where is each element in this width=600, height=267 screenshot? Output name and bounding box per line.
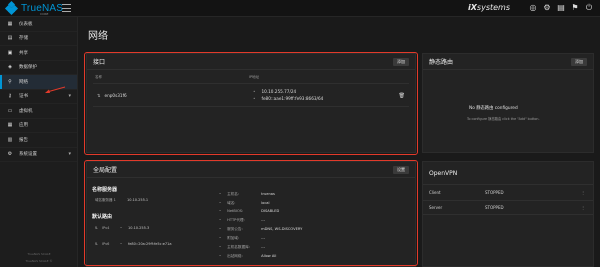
static-routes-empty-hint: To configure 静态路由 click the "Add" button… bbox=[467, 117, 540, 121]
sidebar-item-label: 证书 bbox=[19, 94, 28, 100]
brand-ix: iX bbox=[468, 3, 477, 12]
static-routes-card: 静态路由 添加 No 静态路由 configured To configure … bbox=[422, 53, 594, 153]
ixsystems-brand: iXsystems bbox=[468, 3, 510, 12]
truenas-logo[interactable]: TrueNAS bbox=[4, 0, 63, 16]
header-actions: ◎ ⚙ ▤ ⚑ ⏻ bbox=[528, 3, 594, 13]
sidebar-item-label: 虚拟机 bbox=[19, 108, 33, 114]
sidebar-item-system-settings[interactable]: ⚙ 系统设置 ▾ bbox=[0, 148, 77, 162]
openvpn-card-title: OpenVPN bbox=[429, 169, 458, 177]
gear-icon: ⚙ bbox=[7, 151, 13, 158]
chevron-down-icon: ▾ bbox=[68, 151, 71, 158]
sidebar-item-label: 存储 bbox=[19, 36, 28, 42]
storage-icon: ▤ bbox=[7, 35, 13, 42]
truecommand-icon[interactable]: ◎ bbox=[528, 3, 538, 13]
truenas-logo-icon bbox=[4, 0, 19, 16]
sidebar-item-label: 数据保护 bbox=[19, 65, 37, 71]
dashboard-icon: ▦ bbox=[7, 20, 13, 27]
openvpn-server-status: STOPPED bbox=[485, 205, 504, 210]
sidebar-footer-copyright: TrueNAS SCALE © bbox=[25, 259, 53, 263]
alert-icon[interactable]: ⚑ bbox=[570, 3, 580, 13]
top-bar: TrueNAS CORE iXsystems ◎ ⚙ ▤ ⚑ ⏻ bbox=[0, 0, 600, 17]
more-options-icon[interactable]: ⋮ bbox=[581, 190, 585, 195]
sidebar-item-shares[interactable]: ▣ 共享 bbox=[0, 46, 77, 61]
sidebar-item-label: 系统设置 bbox=[19, 152, 37, 158]
more-options-icon[interactable]: ⋮ bbox=[581, 205, 585, 210]
logo-subtitle: CORE bbox=[40, 12, 49, 16]
sidebar-item-apps[interactable]: ▦ 应用 bbox=[0, 119, 77, 133]
sidebar-item-reporting[interactable]: ▥ 报告 bbox=[0, 133, 77, 148]
sidebar-item-label: 共享 bbox=[19, 50, 28, 56]
shares-icon: ▣ bbox=[7, 49, 13, 56]
sidebar-item-virtual-machines[interactable]: ▭ 虚拟机 bbox=[0, 104, 77, 119]
annotation-arrow bbox=[45, 86, 66, 93]
openvpn-client-status: STOPPED bbox=[485, 189, 504, 195]
tasks-icon[interactable]: ▤ bbox=[556, 3, 566, 13]
power-icon[interactable]: ⏻ bbox=[584, 3, 594, 13]
sidebar-footer-product: TrueNAS SCALE bbox=[27, 252, 51, 256]
shield-icon: ◈ bbox=[8, 64, 12, 71]
network-icon: ⚲ bbox=[8, 78, 12, 85]
sidebar: ▦ 仪表板 ▤ 存储 ▣ 共享 ◈ 数据保护 ⚲ 网络 ⚷ 证书 ▾ ▭ 虚拟机… bbox=[0, 17, 78, 267]
openvpn-card: OpenVPN Client STOPPED ⋮ Server STOPPED … bbox=[422, 161, 594, 267]
apps-icon: ▦ bbox=[7, 122, 13, 129]
annotation-highlight-global-config bbox=[84, 160, 418, 266]
openvpn-server-label: Server bbox=[429, 205, 443, 210]
openvpn-server-row[interactable]: Server STOPPED ⋮ bbox=[423, 200, 593, 215]
sidebar-item-label: 应用 bbox=[19, 123, 28, 129]
vm-icon: ▭ bbox=[7, 107, 13, 114]
page-title: 网络 bbox=[88, 31, 108, 42]
sidebar-item-label: 仪表板 bbox=[19, 21, 33, 27]
sidebar-item-label: 报告 bbox=[19, 137, 28, 143]
sidebar-item-data-protection[interactable]: ◈ 数据保护 bbox=[0, 61, 77, 75]
brand-rest: systems bbox=[476, 3, 511, 12]
static-routes-empty-title: No 静态路由 configured bbox=[469, 106, 518, 111]
openvpn-client-row[interactable]: Client STOPPED ⋮ bbox=[423, 184, 593, 199]
reporting-icon: ▥ bbox=[7, 136, 13, 143]
static-routes-card-title: 静态路由 bbox=[423, 54, 593, 70]
openvpn-client-label: Client bbox=[429, 189, 441, 195]
sidebar-item-label: 网络 bbox=[19, 79, 28, 85]
sidebar-item-dashboard[interactable]: ▦ 仪表板 bbox=[0, 17, 77, 32]
menu-toggle-icon[interactable] bbox=[62, 4, 71, 12]
chevron-down-icon: ▾ bbox=[68, 93, 71, 100]
settings-icon[interactable]: ⚙ bbox=[542, 3, 552, 13]
key-icon: ⚷ bbox=[8, 93, 12, 100]
annotation-highlight-interfaces bbox=[84, 52, 418, 155]
add-static-route-button[interactable]: 添加 bbox=[571, 58, 587, 66]
sidebar-item-storage[interactable]: ▤ 存储 bbox=[0, 32, 77, 46]
